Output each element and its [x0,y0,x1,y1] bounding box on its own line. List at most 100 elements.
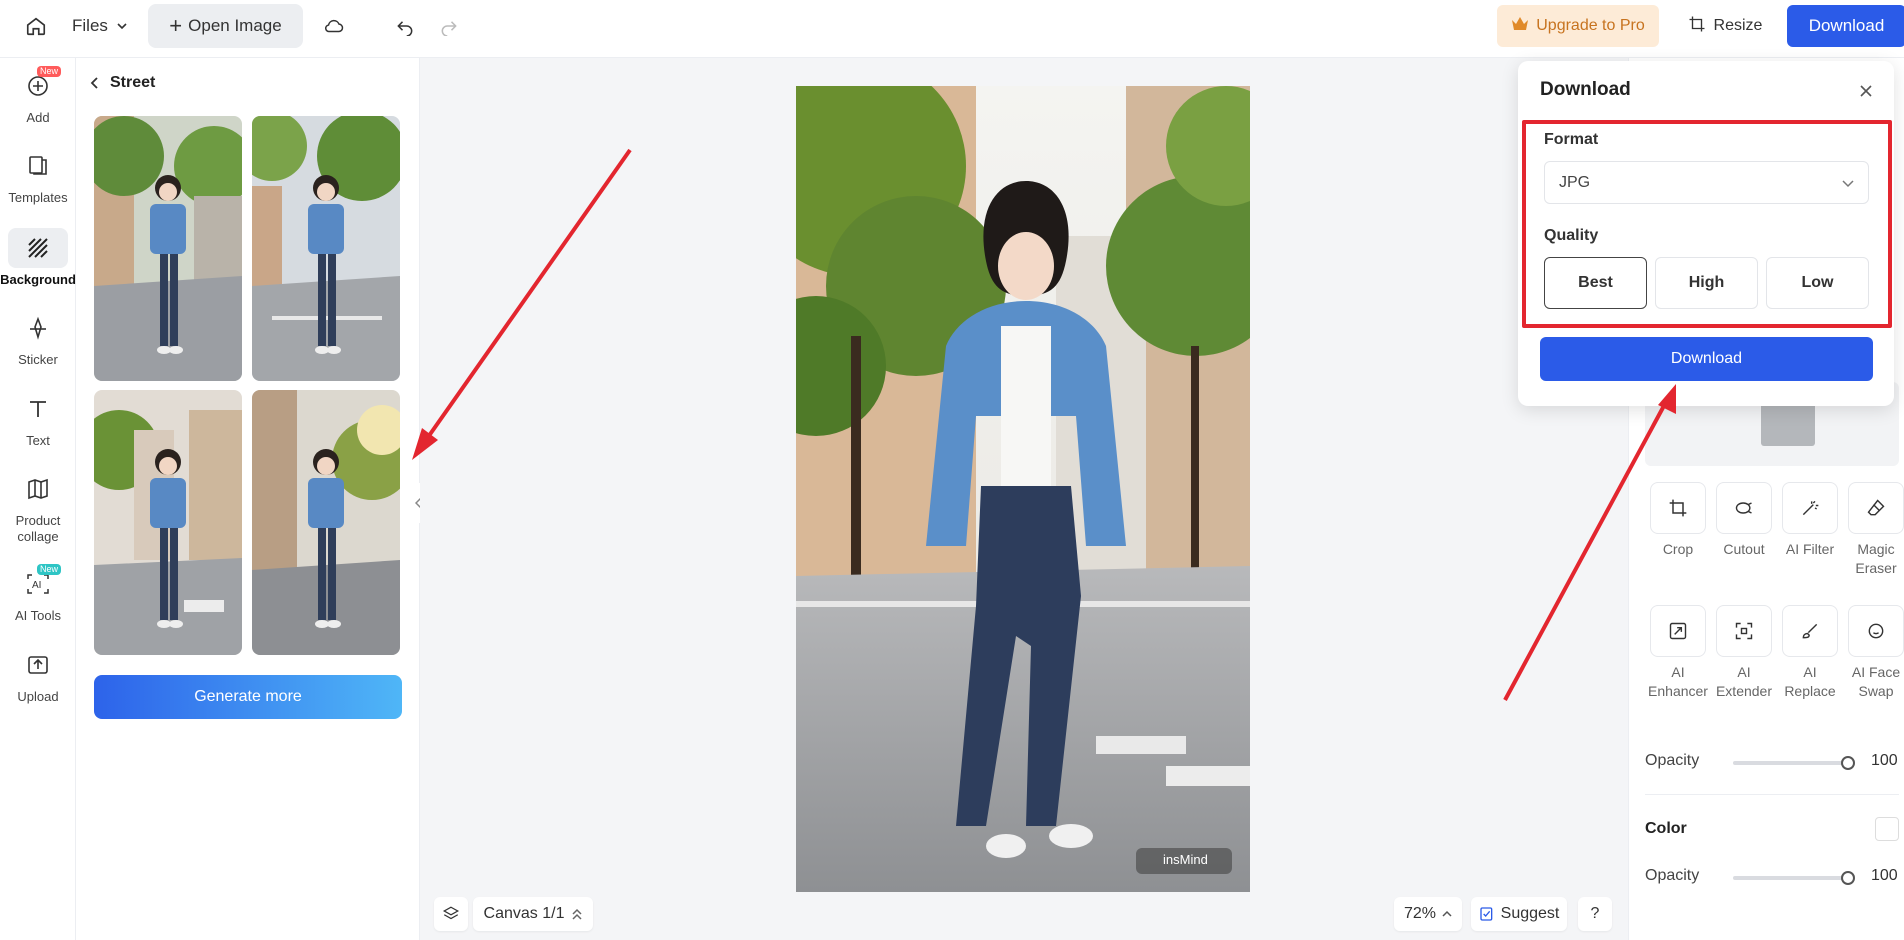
tool-crop[interactable]: Crop [1645,482,1711,559]
chevron-up-icon [1442,910,1452,917]
color-opacity-slider-handle[interactable] [1841,871,1855,885]
tool-label: Crop [1662,541,1694,557]
add-icon: New [17,66,61,106]
ai-tools-icon: AI New [17,564,61,604]
divider [1645,794,1899,795]
templates-icon [17,146,59,186]
layer-thumbnail[interactable] [1761,400,1815,446]
left-nav: New Add Templates Background Sticker Tex… [0,58,76,940]
panel-title: Street [110,74,156,91]
crop-resize-icon [1688,15,1706,38]
canvas-label: Canvas 1/1 [483,905,565,922]
brush-icon [1782,605,1838,657]
new-badge: New [36,564,61,575]
new-badge: New [36,66,61,77]
suggest-icon [1479,907,1492,921]
background-icon [8,228,68,268]
background-panel: Street Generate more [76,58,420,940]
background-thumbnail-2[interactable] [252,116,400,381]
nav-label: Upload [17,689,59,704]
annotation-highlight-box [1522,120,1892,328]
background-thumbnail-1[interactable] [94,116,242,381]
color-opacity-slider[interactable] [1733,876,1849,880]
generate-more-button[interactable]: Generate more [94,675,402,719]
background-thumbnail-3[interactable] [94,390,242,655]
close-icon[interactable] [1852,77,1880,105]
crop-icon [1650,482,1706,534]
tool-ai-replace[interactable]: AI Replace [1777,605,1843,701]
nav-label: Text [26,433,50,448]
crown-icon [1511,16,1529,37]
nav-upload[interactable]: Upload [0,645,76,705]
nav-label: AI Tools [14,608,61,623]
opacity-value: 100 [1871,867,1898,884]
resize-button[interactable]: Resize [1683,5,1767,47]
zoom-value: 72% [1403,905,1437,922]
dialog-download-button[interactable]: Download [1540,337,1873,381]
home-icon[interactable] [19,9,53,43]
nav-label: Product collage [15,513,61,545]
tool-label: Cutout [1723,541,1765,557]
layers-button[interactable] [434,897,468,931]
plus-icon: + [169,13,183,38]
redo-icon[interactable] [432,9,466,43]
chevron-up-double-icon [572,908,582,920]
extender-icon [1716,605,1772,657]
collage-icon [17,469,59,509]
opacity-slider[interactable] [1733,761,1849,765]
files-menu[interactable]: Files [72,9,128,43]
zoom-control[interactable]: 72% [1394,897,1462,931]
download-label: Download [1808,16,1885,35]
watermark: insMind [1163,852,1208,867]
nav-product-collage[interactable]: Product collage [0,469,76,546]
tool-magic-eraser[interactable]: Magic Eraser [1843,482,1904,578]
canvas-image[interactable]: insMind [796,86,1250,892]
canvas-selector[interactable]: Canvas 1/1 [473,897,593,931]
svg-text:AI: AI [32,580,41,591]
undo-icon[interactable] [388,9,422,43]
chevron-down-icon [117,23,127,30]
nav-label: Add [26,110,50,125]
tool-label: Magic Eraser [1855,541,1897,576]
nav-add[interactable]: New Add [0,66,76,126]
nav-ai-tools[interactable]: AI New AI Tools [0,564,76,624]
suggest-button[interactable]: Suggest [1471,897,1567,931]
opacity-label: Opacity [1645,867,1700,884]
tool-label: AI Enhancer [1648,664,1708,699]
files-label: Files [72,16,108,35]
nav-label: Background [0,272,76,287]
download-button[interactable]: Download [1787,5,1904,47]
opacity-value: 100 [1871,752,1898,769]
nav-background[interactable]: Background [0,228,76,288]
help-icon: ? [1590,905,1600,922]
text-icon [17,389,59,429]
nav-label: Sticker [18,352,58,367]
tool-label: AI Face Swap [1851,664,1901,699]
opacity-slider-handle[interactable] [1841,756,1855,770]
face-swap-icon [1848,605,1904,657]
suggest-label: Suggest [1500,905,1560,922]
nav-text[interactable]: Text [0,389,76,449]
color-swatch[interactable] [1875,817,1899,841]
nav-sticker[interactable]: Sticker [0,308,76,368]
magic-wand-icon [1782,482,1838,534]
eraser-icon [1848,482,1904,534]
nav-label: Templates [8,190,68,205]
upgrade-to-pro-button[interactable]: Upgrade to Pro [1497,5,1659,47]
tool-ai-face-swap[interactable]: AI Face Swap [1843,605,1904,701]
upload-icon [17,645,59,685]
cloud-icon[interactable] [317,9,351,43]
tool-ai-filter[interactable]: AI Filter [1777,482,1843,559]
open-image-button[interactable]: + Open Image [148,4,303,48]
nav-templates[interactable]: Templates [0,146,76,206]
help-button[interactable]: ? [1578,897,1612,931]
panel-header[interactable]: Street [90,74,155,92]
upgrade-label: Upgrade to Pro [1536,17,1645,34]
dialog-download-label: Download [1670,350,1743,367]
tool-ai-extender[interactable]: AI Extender [1711,605,1777,701]
tool-label: AI Replace [1784,664,1836,699]
background-thumbnail-4[interactable] [252,390,400,655]
tool-ai-enhancer[interactable]: AI Enhancer [1645,605,1711,701]
tool-cutout[interactable]: Cutout [1711,482,1777,559]
top-toolbar: Files + Open Image Upgrade to Pro Resize… [0,0,1904,58]
